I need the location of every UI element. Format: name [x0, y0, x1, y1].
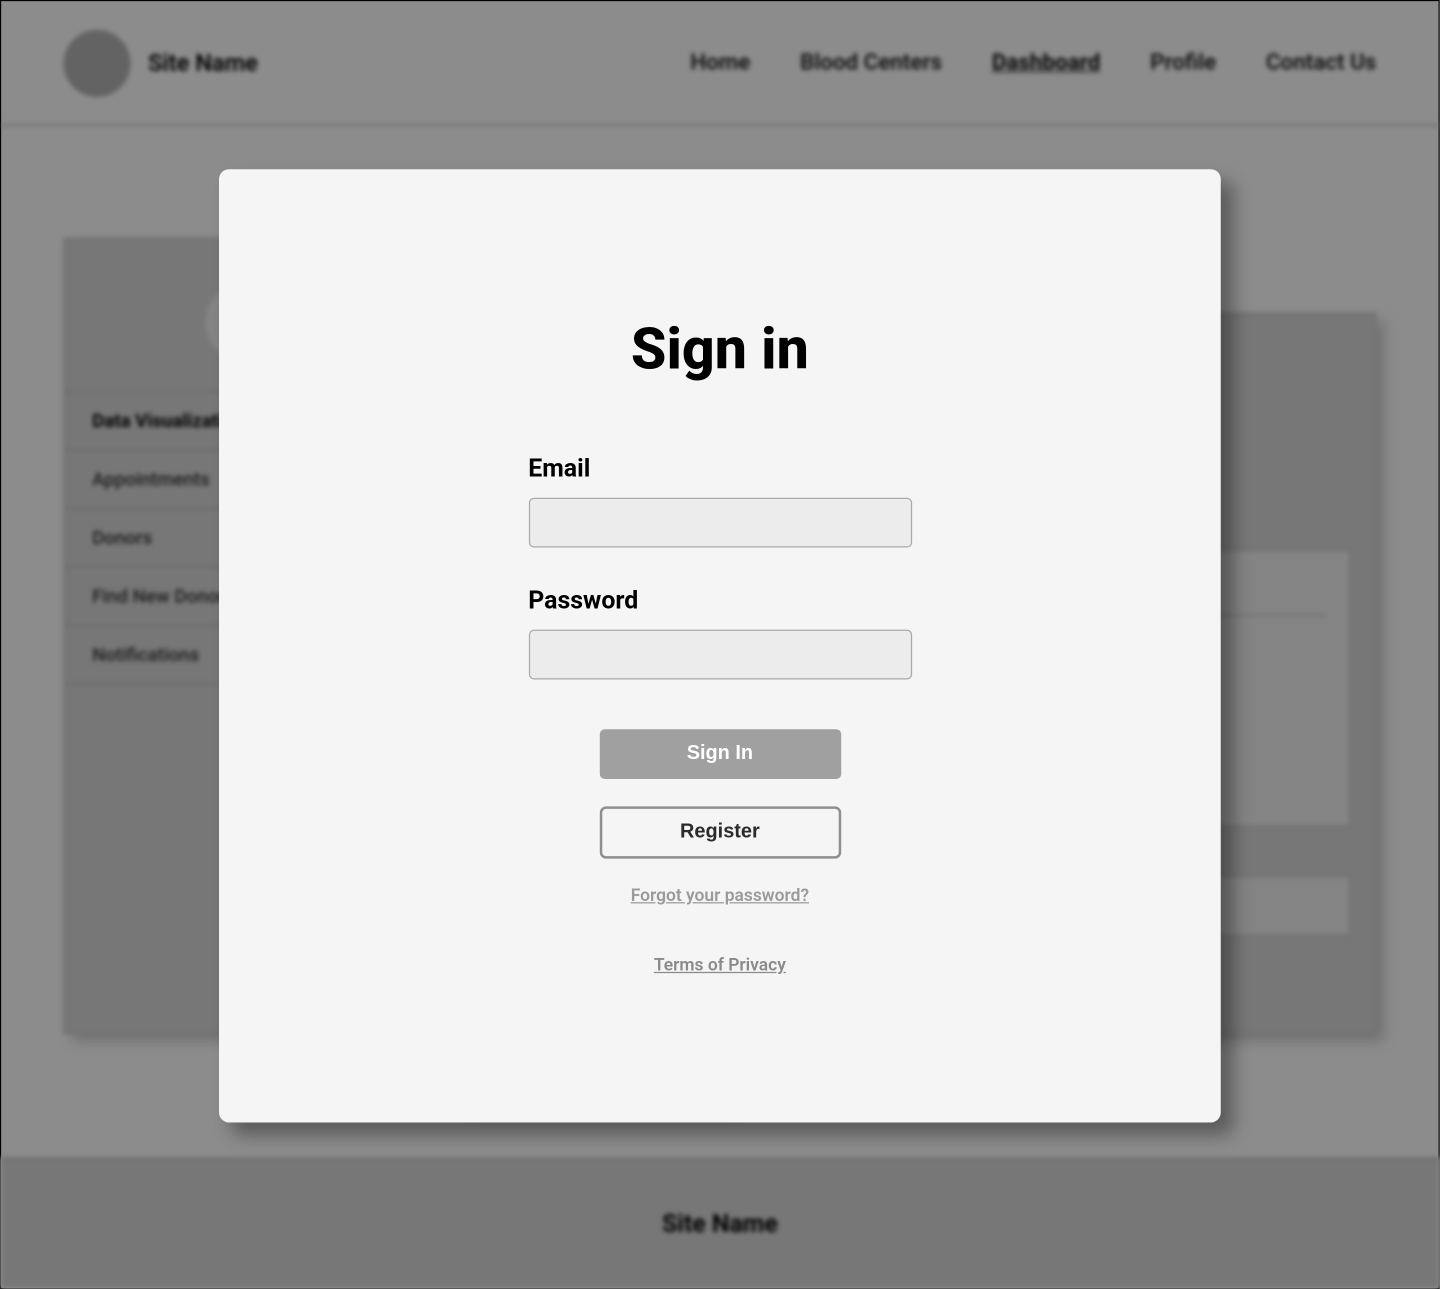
- signin-button[interactable]: Sign In: [599, 729, 840, 779]
- signin-form: Email Password Sign In Register Forgot y…: [528, 453, 911, 906]
- terms-link[interactable]: Terms of Privacy: [654, 956, 786, 976]
- register-button[interactable]: Register: [599, 806, 840, 858]
- signin-modal: Sign in Email Password Sign In Register …: [219, 169, 1221, 1122]
- email-label: Email: [528, 453, 911, 483]
- password-label: Password: [528, 585, 911, 615]
- password-input[interactable]: [528, 630, 911, 680]
- forgot-password-link[interactable]: Forgot your password?: [631, 886, 809, 906]
- modal-actions: Sign In Register Forgot your password?: [528, 729, 911, 906]
- modal-title: Sign in: [631, 316, 809, 383]
- email-input[interactable]: [528, 498, 911, 548]
- modal-overlay[interactable]: Sign in Email Password Sign In Register …: [1, 1, 1438, 1288]
